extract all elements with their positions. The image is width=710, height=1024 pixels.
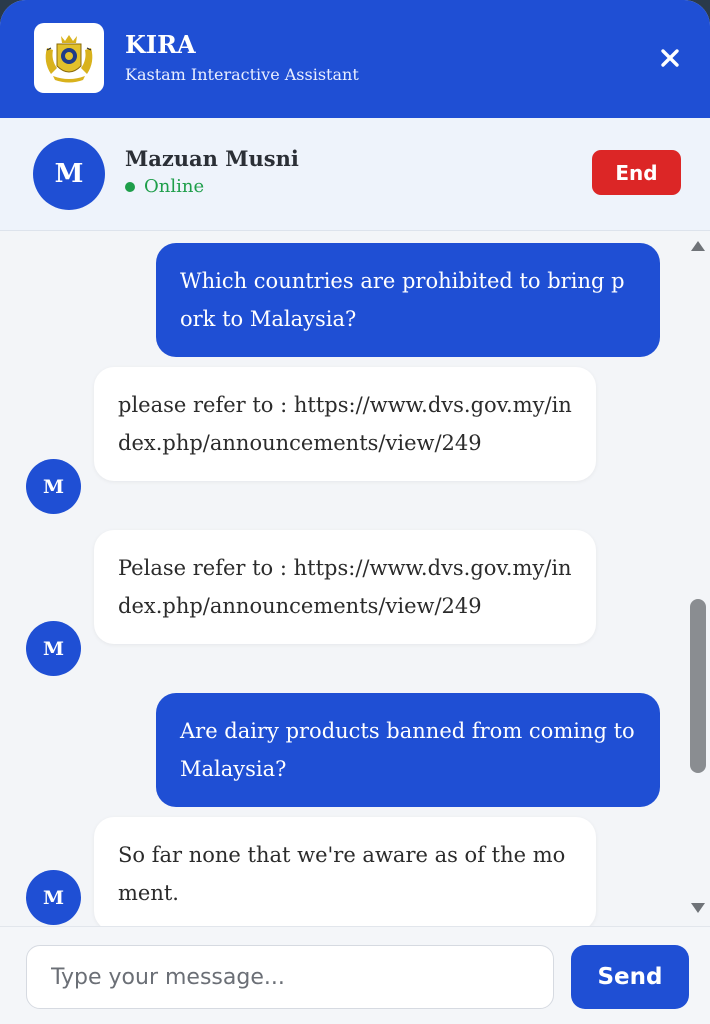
agent-message: Pelase refer to : https://www.dvs.gov.my…	[94, 530, 596, 644]
agent-status: Online	[125, 176, 204, 197]
user-message: Are dairy products banned from coming to…	[156, 693, 660, 807]
agent-bar: M Mazuan Musni Online End	[0, 118, 710, 231]
agent-avatar: M	[33, 138, 105, 210]
scroll-up-arrow-icon[interactable]	[690, 239, 706, 253]
composer-bar: Send	[0, 926, 710, 1024]
end-chat-button[interactable]: End	[592, 150, 681, 195]
message-list: Which countries are prohibited to bring …	[0, 231, 686, 926]
chat-widget: KIRA Kastam Interactive Assistant M Mazu…	[0, 0, 710, 1024]
app-title: KIRA	[125, 30, 196, 59]
close-button[interactable]	[654, 42, 686, 74]
agent-message: So far none that we're aware as of the m…	[94, 817, 596, 926]
app-subtitle: Kastam Interactive Assistant	[125, 65, 359, 84]
agent-message: please refer to : https://www.dvs.gov.my…	[94, 367, 596, 481]
agent-message-avatar: M	[26, 459, 81, 514]
send-button[interactable]: Send	[571, 945, 689, 1009]
scrollbar-thumb[interactable]	[690, 599, 706, 773]
close-icon	[661, 49, 679, 67]
agent-message-avatar: M	[26, 621, 81, 676]
chat-header: KIRA Kastam Interactive Assistant	[0, 0, 710, 118]
agent-status-label: Online	[144, 176, 205, 197]
message-input[interactable]	[26, 945, 554, 1009]
user-message: Which countries are prohibited to bring …	[156, 243, 660, 357]
customs-crest-icon	[34, 23, 104, 93]
online-dot-icon	[125, 181, 135, 192]
message-scrollbar[interactable]	[686, 231, 710, 926]
agent-message-avatar: M	[26, 870, 81, 925]
scroll-down-arrow-icon[interactable]	[690, 901, 706, 915]
agent-name: Mazuan Musni	[125, 146, 299, 171]
